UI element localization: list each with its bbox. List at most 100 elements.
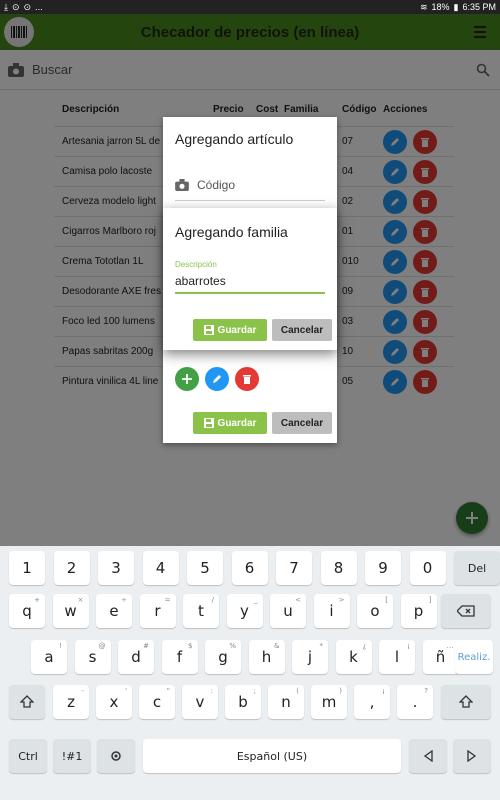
gear-icon (111, 751, 121, 761)
key-f[interactable]: f $ (161, 640, 198, 674)
key-label: o (370, 602, 380, 620)
key-h[interactable]: h & (248, 640, 285, 674)
key-alt-label: - (81, 687, 84, 695)
key-label: c (152, 693, 162, 711)
key-7[interactable]: 7 (276, 551, 312, 585)
done-key[interactable]: Realiz. (455, 640, 493, 674)
cancel-article-button[interactable]: Cancelar (272, 412, 332, 434)
delete-key[interactable]: Del (454, 551, 500, 585)
save-family-button[interactable]: Guardar (193, 319, 267, 341)
add-family-button[interactable] (175, 367, 199, 391)
code-field[interactable]: Código (175, 169, 325, 201)
key-label: w (64, 602, 77, 620)
key-1[interactable]: 1 (9, 551, 45, 585)
key-t[interactable]: t / (183, 594, 219, 628)
key-0[interactable]: 0 (409, 551, 446, 585)
backspace-key[interactable] (441, 594, 491, 628)
clock: 6:35 PM (462, 2, 496, 12)
key-alt-label: × (77, 596, 84, 604)
ctrl-key[interactable]: Ctrl (9, 739, 47, 773)
shift-icon (20, 695, 34, 708)
key-label: 3 (111, 559, 121, 577)
key-u[interactable]: u < (270, 594, 306, 628)
save-icon (203, 418, 214, 428)
space-key[interactable]: Español (US) (143, 739, 401, 773)
key-.[interactable]: .? (397, 685, 433, 719)
key-label: 7 (289, 559, 299, 577)
key-alt-label: ? (424, 687, 428, 695)
arrow-left-icon (423, 750, 433, 762)
key-label: . (412, 693, 418, 711)
left-arrow-key[interactable] (409, 739, 447, 773)
key-b[interactable]: b; (225, 685, 261, 719)
key-label: u (283, 602, 293, 620)
delete-family-button[interactable] (235, 367, 259, 391)
key-c[interactable]: c " (139, 685, 175, 719)
key-4[interactable]: 4 (142, 551, 179, 585)
key-alt-label: # (143, 642, 149, 650)
key-alt-label: ¿ (362, 642, 367, 650)
key-m[interactable]: m) (311, 685, 347, 719)
key-label: r (154, 602, 161, 620)
key-p[interactable]: p] (400, 594, 437, 628)
settings-key[interactable] (97, 739, 135, 773)
key-label: z (67, 693, 75, 711)
key-alt-label: @ (98, 642, 106, 650)
key-alt-label: < (295, 596, 301, 604)
key-o[interactable]: o[ (357, 594, 393, 628)
key-6[interactable]: 6 (231, 551, 268, 585)
save-article-button[interactable]: Guardar (193, 412, 267, 434)
right-arrow-key[interactable] (453, 739, 491, 773)
code-placeholder: Código (197, 177, 236, 192)
shift-key[interactable] (9, 685, 45, 719)
plus-icon (182, 374, 192, 384)
key-alt-label: * (319, 642, 324, 650)
key-2[interactable]: 2 (53, 551, 90, 585)
key-alt-label: / (211, 596, 214, 604)
more-notifications: ... (35, 2, 43, 12)
key-label: n (281, 693, 291, 711)
description-label: Descripción (175, 260, 217, 269)
shift-icon (459, 695, 473, 708)
camera-icon[interactable] (175, 178, 189, 191)
key-i[interactable]: i > (313, 594, 350, 628)
key-3[interactable]: 3 (98, 551, 134, 585)
key-5[interactable]: 5 (187, 551, 223, 585)
cancel-family-button[interactable]: Cancelar (272, 319, 332, 341)
key-x[interactable]: x ' (96, 685, 132, 719)
key-r[interactable]: r = (139, 594, 176, 628)
key-alt-label: ÷ (121, 596, 127, 604)
key-z[interactable]: z- (53, 685, 89, 719)
key-j[interactable]: j * (292, 640, 328, 674)
key-label: y (240, 602, 249, 620)
shift-key-right[interactable] (441, 685, 491, 719)
key-ñ[interactable]: ñ… (422, 640, 459, 674)
key-l[interactable]: l ¡ (379, 640, 415, 674)
key-k[interactable]: k ¿ (335, 640, 372, 674)
description-field[interactable]: abarrotes (175, 272, 325, 294)
key-v[interactable]: v: (182, 685, 218, 719)
key-label: 6 (244, 559, 255, 577)
key-q[interactable]: q + (9, 594, 45, 628)
edit-family-button[interactable] (205, 367, 229, 391)
key-alt-label: = (164, 596, 171, 604)
key-d[interactable]: d # (118, 640, 154, 674)
key-e[interactable]: e ÷ (96, 594, 132, 628)
key-9[interactable]: 9 (365, 551, 401, 585)
key-alt-label: … (446, 642, 454, 650)
key-alt-label: _ (254, 596, 258, 604)
key-alt-label: ] (428, 596, 432, 604)
key-a[interactable]: a! (31, 640, 67, 674)
key-g[interactable]: g% (205, 640, 241, 674)
key-label: p (413, 602, 424, 620)
key-8[interactable]: 8 (320, 551, 357, 585)
key-label: s (88, 648, 97, 666)
key-w[interactable]: w × (52, 594, 89, 628)
key-,[interactable]: , ¡ (354, 685, 390, 719)
symbols-key[interactable]: !#1 (53, 739, 91, 773)
key-alt-label: ) (339, 687, 342, 695)
key-n[interactable]: n( (268, 685, 304, 719)
key-s[interactable]: s @ (74, 640, 111, 674)
key-y[interactable]: y _ (226, 594, 263, 628)
key-label: !#1 (61, 749, 83, 763)
